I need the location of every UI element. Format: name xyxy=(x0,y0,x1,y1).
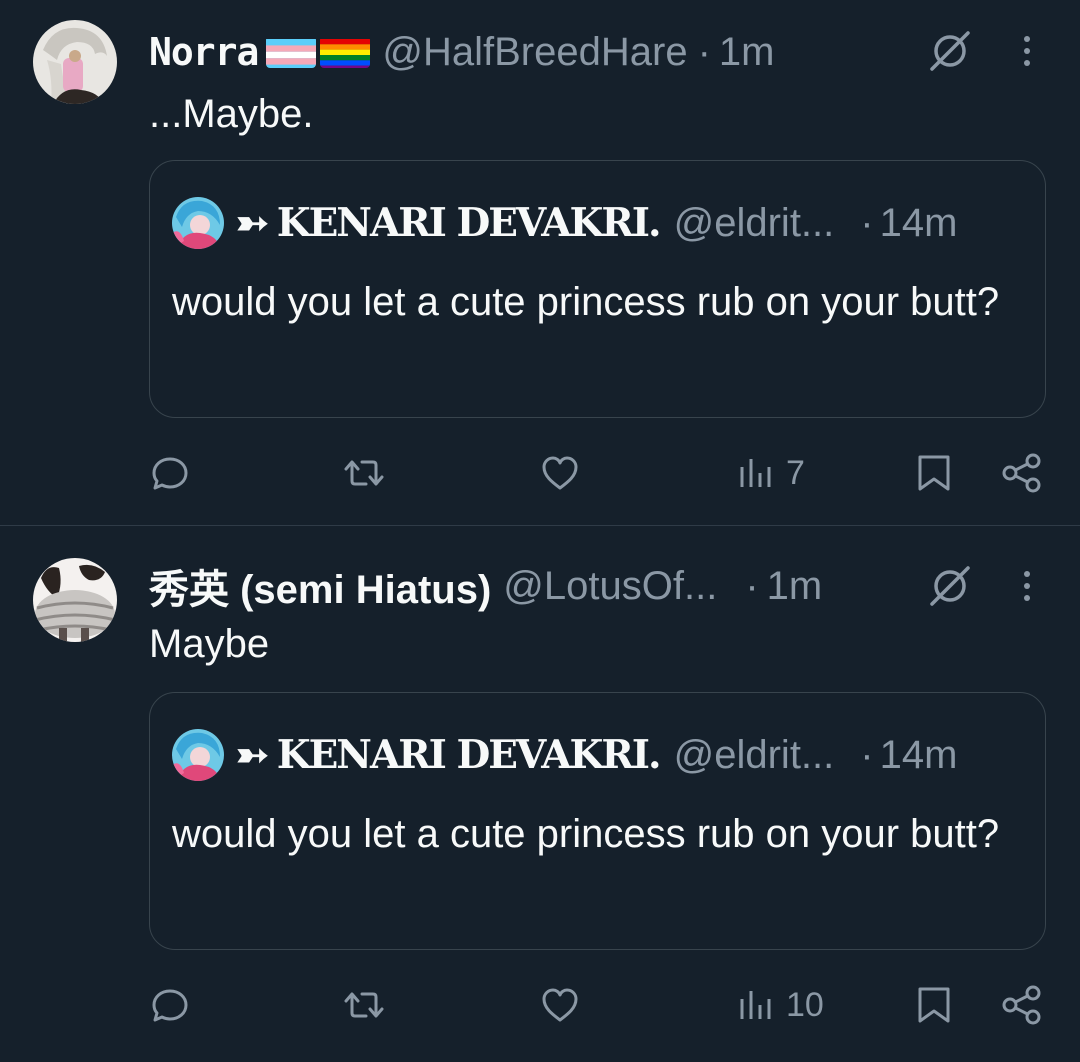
views-icon xyxy=(740,459,771,487)
share-button[interactable] xyxy=(1000,975,1044,1035)
post-text: ...Maybe. xyxy=(149,92,314,136)
avatar[interactable] xyxy=(33,20,117,104)
post[interactable]: 秀英 (semi Hiatus) @LotusOf... · 1m Maybe … xyxy=(0,532,1080,1062)
handle[interactable]: @HalfBreedHare xyxy=(382,30,687,75)
share-icon xyxy=(1002,985,1041,1025)
share-icon xyxy=(1002,453,1041,493)
quoted-display-name: KENARI DEVAKRI. xyxy=(276,200,662,246)
views-button[interactable]: 10 xyxy=(734,975,824,1035)
separator: · xyxy=(745,563,759,608)
repost-icon xyxy=(344,992,384,1018)
like-button[interactable] xyxy=(538,443,582,503)
bookmark-button[interactable] xyxy=(912,443,956,503)
repost-button[interactable] xyxy=(342,443,386,503)
quoted-post[interactable]: ➳ KENARI DEVAKRI. @eldrit... · 14m would… xyxy=(149,160,1046,418)
separator: · xyxy=(860,200,874,245)
views-icon xyxy=(740,991,771,1019)
quoted-post[interactable]: ➳ KENARI DEVAKRI. @eldrit... · 14m would… xyxy=(149,692,1046,950)
display-name[interactable]: Norra xyxy=(149,30,259,74)
repost-icon xyxy=(344,460,384,486)
quoted-prefix-icon: ➳ xyxy=(236,200,269,246)
grok-icon[interactable] xyxy=(926,562,974,610)
bookmark-icon xyxy=(918,455,950,491)
reply-button[interactable] xyxy=(148,975,192,1035)
timestamp[interactable]: 1m xyxy=(767,564,823,609)
heart-icon xyxy=(542,988,578,1022)
separator: · xyxy=(697,29,711,74)
action-bar: 10 xyxy=(0,975,1080,1035)
more-options-icon[interactable] xyxy=(1012,562,1042,610)
views-button[interactable]: 7 xyxy=(734,443,805,503)
reply-icon xyxy=(152,989,188,1022)
quoted-prefix-icon: ➳ xyxy=(236,732,269,778)
timestamp[interactable]: 1m xyxy=(719,30,775,75)
post-text: Maybe xyxy=(149,622,270,666)
quoted-avatar xyxy=(172,729,224,781)
handle[interactable]: @LotusOf... xyxy=(503,564,717,609)
views-count: 7 xyxy=(786,453,805,492)
bookmark-icon xyxy=(918,987,950,1023)
post-header: 秀英 (semi Hiatus) @LotusOf... · 1m xyxy=(149,556,822,616)
quoted-display-name: KENARI DEVAKRI. xyxy=(276,732,662,778)
separator: · xyxy=(860,732,874,777)
views-count: 10 xyxy=(786,985,824,1024)
heart-icon xyxy=(542,456,578,490)
quoted-text: would you let a cute princess rub on you… xyxy=(172,812,1000,856)
reply-button[interactable] xyxy=(148,443,192,503)
post-header: Norra @HalfBreedHare · 1m xyxy=(149,22,774,82)
quoted-header: ➳ KENARI DEVAKRI. @eldrit... · 14m xyxy=(236,195,957,251)
quoted-header: ➳ KENARI DEVAKRI. @eldrit... · 14m xyxy=(236,727,957,783)
quoted-timestamp: 14m xyxy=(879,200,958,245)
display-name[interactable]: 秀英 (semi Hiatus) xyxy=(149,557,491,615)
quoted-handle: @eldrit... xyxy=(673,200,835,245)
post[interactable]: Norra @HalfBreedHare · 1m ...Maybe. ➳ KE… xyxy=(0,0,1080,526)
more-options-icon[interactable] xyxy=(1012,27,1042,75)
reply-icon xyxy=(152,457,188,490)
action-bar: 7 xyxy=(0,443,1080,503)
like-button[interactable] xyxy=(538,975,582,1035)
quoted-handle: @eldrit... xyxy=(673,732,835,777)
bookmark-button[interactable] xyxy=(912,975,956,1035)
grok-icon[interactable] xyxy=(926,27,974,75)
transgender-flag-emoji xyxy=(266,36,317,68)
quoted-timestamp: 14m xyxy=(879,732,958,777)
repost-button[interactable] xyxy=(342,975,386,1035)
quoted-text: would you let a cute princess rub on you… xyxy=(172,280,1000,324)
share-button[interactable] xyxy=(1000,443,1044,503)
avatar[interactable] xyxy=(33,558,117,642)
rainbow-flag-emoji xyxy=(320,36,371,68)
quoted-avatar xyxy=(172,197,224,249)
